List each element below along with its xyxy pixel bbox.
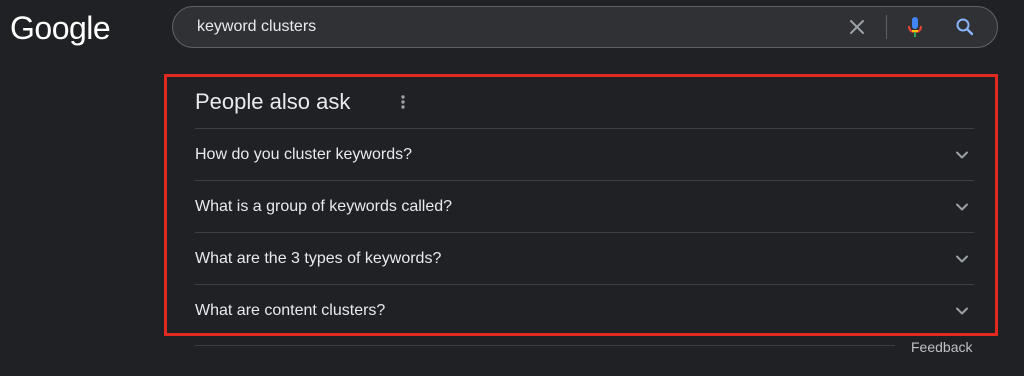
search-icon	[956, 18, 974, 36]
close-icon	[850, 20, 864, 34]
google-logo[interactable]: Google	[10, 8, 111, 48]
voice-search-button[interactable]	[903, 14, 927, 40]
chevron-down-icon	[956, 203, 968, 211]
question-text: What are content clusters?	[195, 302, 386, 319]
header-bar: Google	[0, 0, 1024, 56]
search-divider	[886, 15, 887, 39]
feedback-link[interactable]: Feedback	[911, 338, 972, 356]
people-also-ask-list: How do you cluster keywords? What is a g…	[195, 128, 974, 336]
microphone-icon	[908, 17, 922, 37]
question-item[interactable]: What are the 3 types of keywords?	[195, 232, 974, 284]
search-bar	[172, 6, 998, 48]
clear-search-button[interactable]	[845, 15, 869, 39]
question-item[interactable]: What are content clusters?	[195, 284, 974, 336]
question-item[interactable]: What is a group of keywords called?	[195, 180, 974, 232]
search-input[interactable]	[197, 7, 817, 47]
more-options-button[interactable]	[396, 90, 410, 114]
chevron-down-icon	[956, 307, 968, 315]
more-vert-icon	[401, 95, 405, 109]
chevron-down-icon	[956, 151, 968, 159]
search-button[interactable]	[953, 14, 977, 40]
chevron-down-icon	[956, 255, 968, 263]
question-text: How do you cluster keywords?	[195, 146, 412, 163]
bottom-divider	[195, 345, 895, 346]
people-also-ask-title: People also ask	[195, 89, 351, 114]
question-item[interactable]: How do you cluster keywords?	[195, 128, 974, 180]
question-text: What is a group of keywords called?	[195, 198, 453, 215]
question-text: What are the 3 types of keywords?	[195, 250, 442, 267]
